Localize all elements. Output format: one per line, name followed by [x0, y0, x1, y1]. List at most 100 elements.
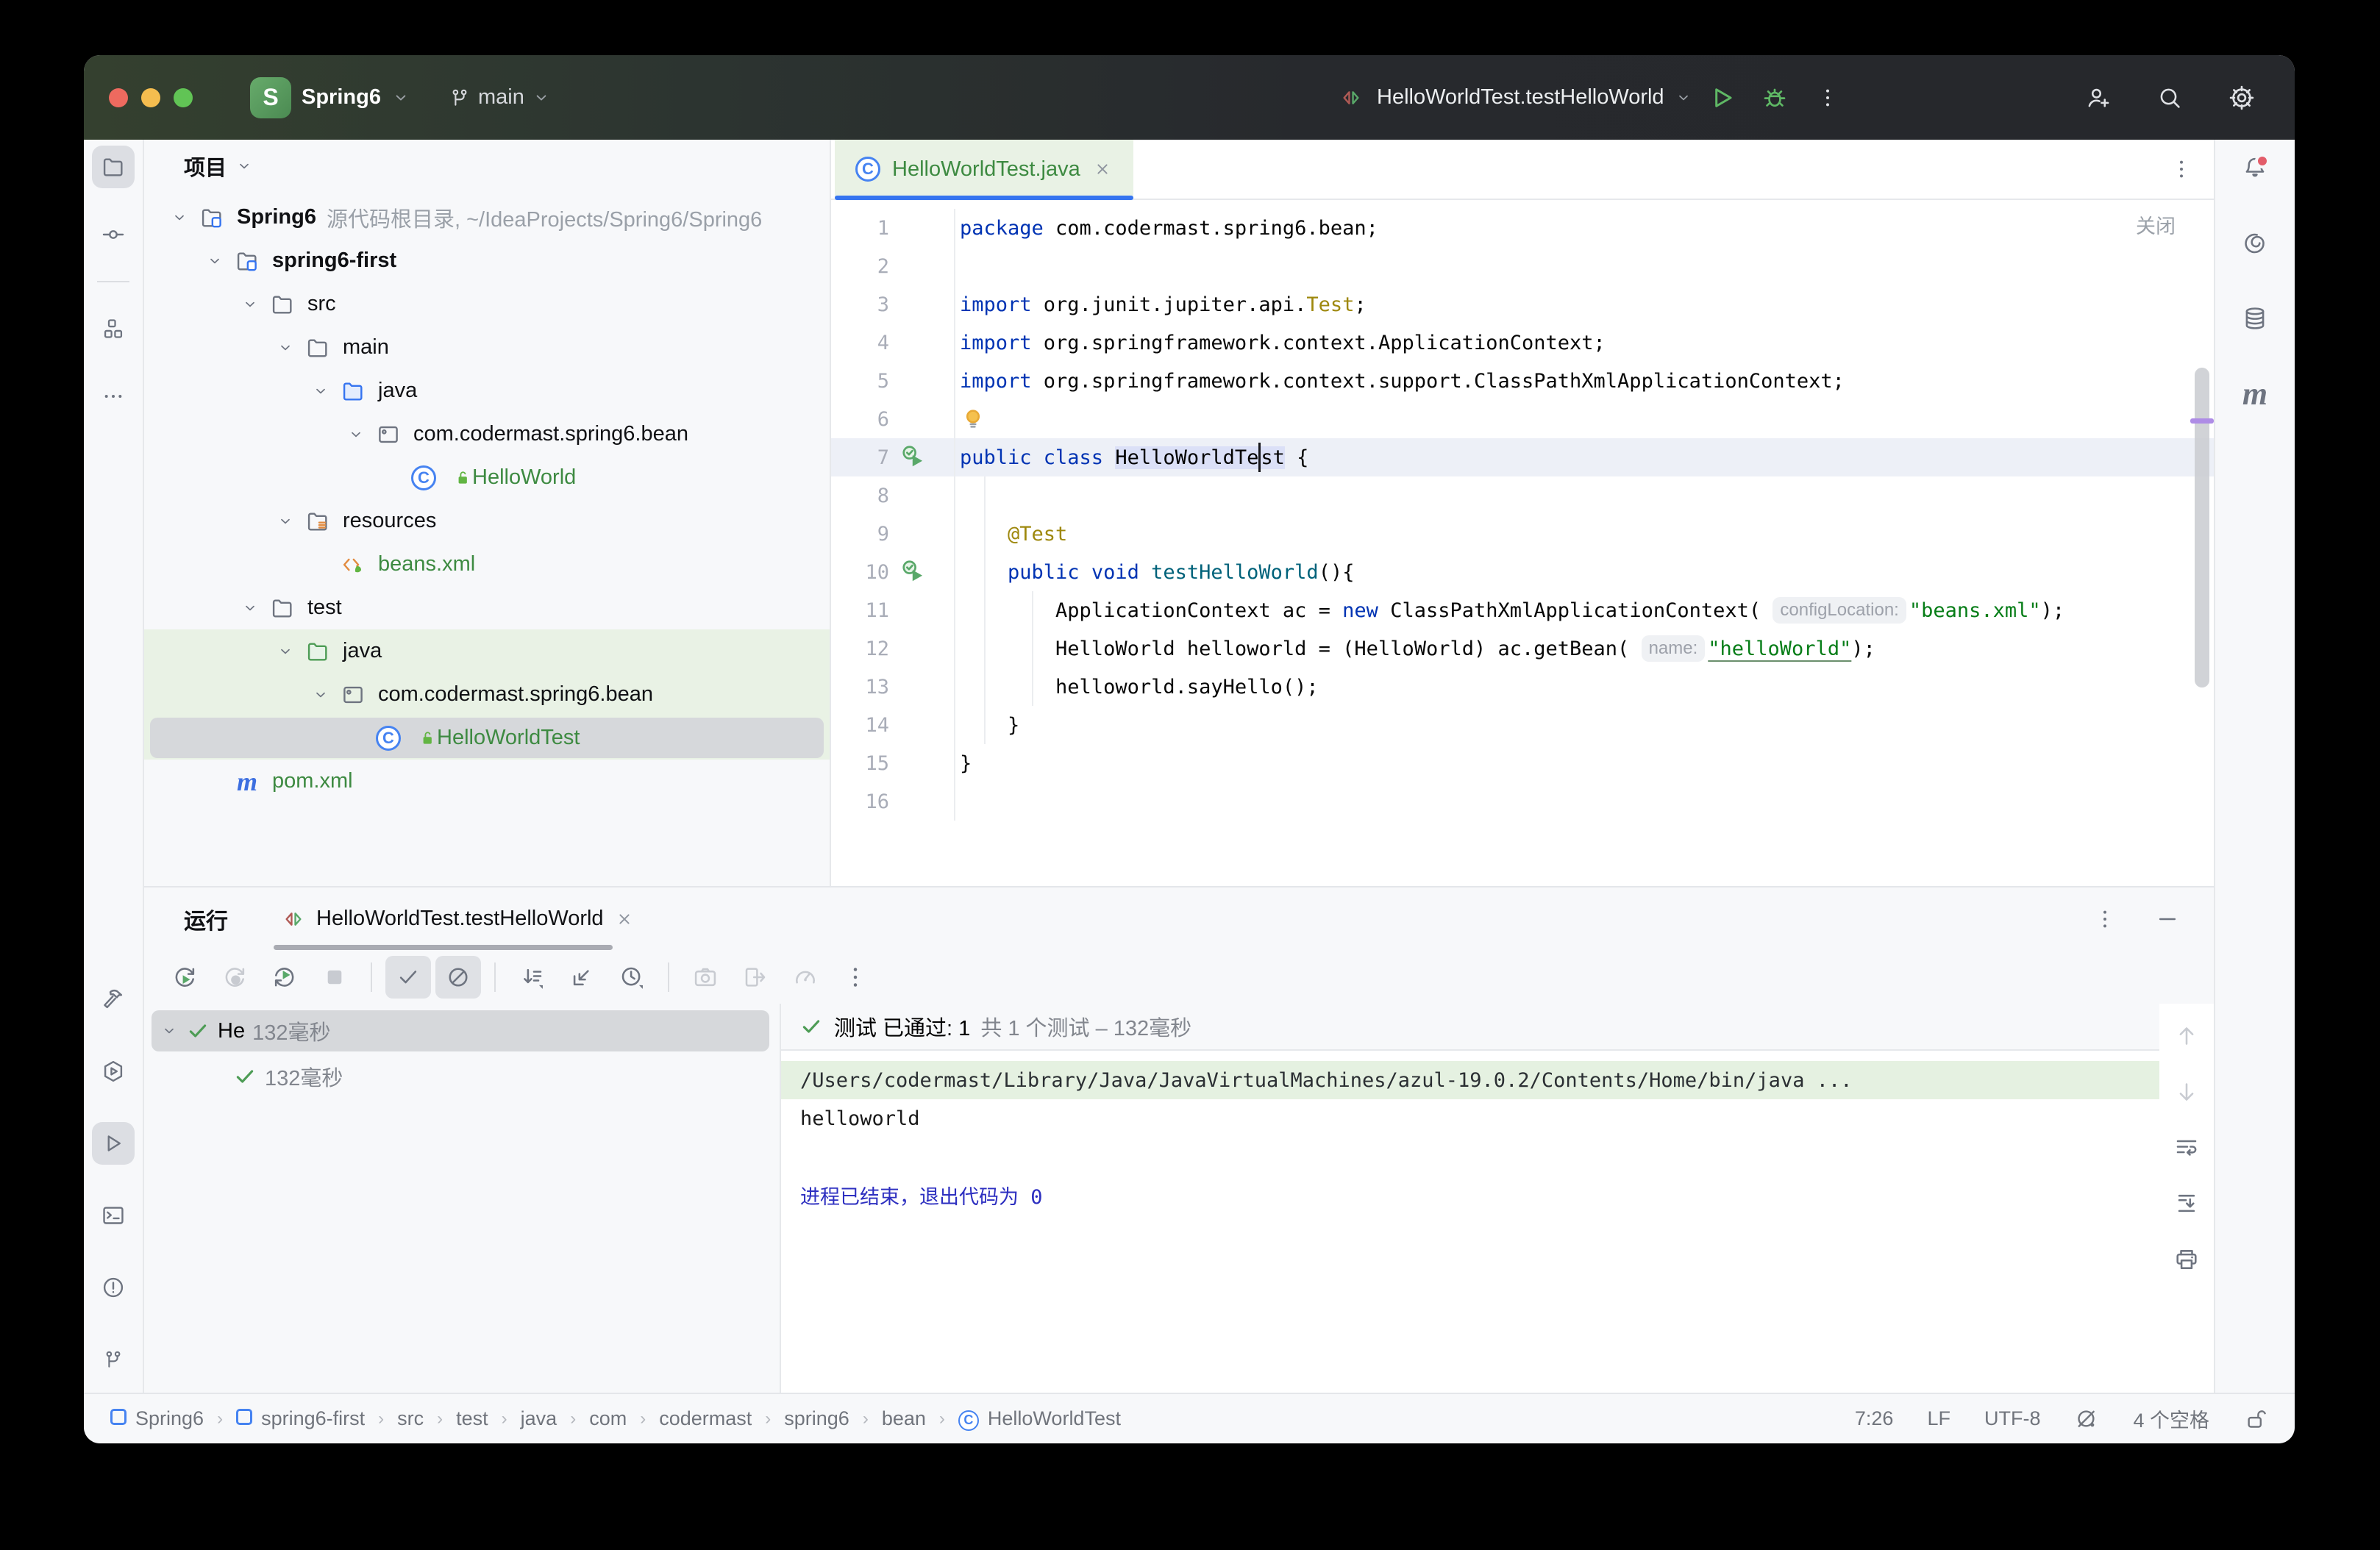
- run-config-name[interactable]: HelloWorldTest.testHelloWorld: [1377, 85, 1664, 110]
- code-line-1[interactable]: 1package com.codermast.spring6.bean;: [831, 209, 2214, 247]
- test-history-button[interactable]: [609, 956, 655, 999]
- chevron-down-icon[interactable]: [234, 288, 266, 321]
- status-line-ending[interactable]: LF: [1927, 1407, 1950, 1430]
- console-output[interactable]: /Users/codermast/Library/Java/JavaVirtua…: [781, 1051, 2159, 1393]
- hide-panel-icon[interactable]: [2155, 907, 2180, 932]
- tree-item-beans.xml[interactable]: beans.xml: [144, 543, 830, 586]
- code-line-15[interactable]: 15}: [831, 744, 2214, 782]
- tree-item-Spring6[interactable]: Spring6源代码根目录, ~/IdeaProjects/Spring6/Sp…: [144, 196, 830, 239]
- run-panel-options-icon[interactable]: [2093, 907, 2117, 931]
- code-line-7[interactable]: 7public class HelloWorldTest {: [831, 438, 2214, 476]
- tree-item-src[interactable]: src: [144, 282, 830, 326]
- tree-item-HelloWorldTest[interactable]: CHelloWorldTest: [144, 716, 830, 760]
- code-line-12[interactable]: 12 HelloWorld helloworld = (HelloWorld) …: [831, 629, 2214, 668]
- tool-stripe-button-git-branch[interactable]: [92, 1338, 135, 1381]
- scroll-to-end-button[interactable]: [2173, 1190, 2200, 1217]
- tool-stripe-button-spring-swirl[interactable]: [2234, 222, 2276, 265]
- test-tree-row[interactable]: 132毫秒: [144, 1054, 780, 1099]
- status-encoding[interactable]: UTF-8: [1984, 1407, 2041, 1430]
- chevron-down-icon[interactable]: [269, 635, 302, 668]
- breadcrumb-spring6[interactable]: spring6: [784, 1407, 849, 1430]
- breadcrumb-java[interactable]: java: [521, 1407, 557, 1430]
- code-line-3[interactable]: 3import org.junit.jupiter.api.Test;: [831, 285, 2214, 324]
- tool-stripe-button-services[interactable]: [92, 1050, 135, 1093]
- breadcrumb-HelloWorldTest[interactable]: CHelloWorldTest: [958, 1407, 1121, 1431]
- tree-item-pom.xml[interactable]: mpom.xml: [144, 760, 830, 803]
- tool-stripe-button-commit[interactable]: [92, 213, 135, 256]
- project-widget[interactable]: S Spring6: [250, 77, 410, 118]
- tree-item-com.codermast.spring6.bean[interactable]: com.codermast.spring6.bean: [144, 413, 830, 456]
- code-line-11[interactable]: 11 ApplicationContext ac = new ClassPath…: [831, 591, 2214, 629]
- intention-bulb-icon[interactable]: [960, 406, 986, 432]
- auto-rerun-button[interactable]: [262, 956, 307, 999]
- minimize-window-button[interactable]: [141, 88, 160, 107]
- tool-stripe-button-run-play[interactable]: [92, 1122, 135, 1165]
- chevron-down-icon[interactable]: [234, 592, 266, 624]
- sort-by-duration-button[interactable]: [509, 956, 555, 999]
- code-line-14[interactable]: 14 }: [831, 706, 2214, 744]
- code-line-10[interactable]: 10 public void testHelloWorld(){: [831, 553, 2214, 591]
- code-line-6[interactable]: 6: [831, 400, 2214, 438]
- breadcrumb-bean[interactable]: bean: [882, 1407, 926, 1430]
- tree-item-HelloWorld[interactable]: CHelloWorld: [144, 456, 830, 499]
- vcs-branch-widget[interactable]: main: [449, 85, 551, 110]
- settings-button[interactable]: [2218, 74, 2265, 121]
- debug-button[interactable]: [1751, 74, 1798, 121]
- tool-stripe-button-structure[interactable]: [92, 307, 135, 350]
- close-tab-icon[interactable]: [614, 909, 635, 929]
- scroll-to-source-button[interactable]: [559, 956, 605, 999]
- show-passed-button[interactable]: [385, 956, 431, 999]
- project-panel-header[interactable]: 项目: [144, 140, 830, 193]
- tool-stripe-button-folder[interactable]: [92, 146, 135, 188]
- chevron-down-icon[interactable]: [340, 418, 372, 451]
- tree-item-spring6-first[interactable]: spring6-first: [144, 239, 830, 282]
- code-line-2[interactable]: 2: [831, 247, 2214, 285]
- breadcrumb-spring6-first[interactable]: spring6-first: [236, 1407, 365, 1430]
- status-file-writable[interactable]: [2243, 1407, 2268, 1432]
- breadcrumb-src[interactable]: src: [397, 1407, 424, 1430]
- close-tab-icon[interactable]: [1092, 159, 1113, 179]
- test-tree-row[interactable]: He132毫秒: [144, 1008, 780, 1054]
- show-ignored-button[interactable]: [435, 956, 481, 999]
- tool-stripe-button-problems[interactable]: [92, 1266, 135, 1309]
- breadcrumb-com[interactable]: com: [589, 1407, 627, 1430]
- search-everywhere-button[interactable]: [2146, 74, 2193, 121]
- breadcrumb-Spring6[interactable]: Spring6: [110, 1407, 204, 1430]
- chevron-down-icon[interactable]: [160, 1022, 178, 1040]
- code-editor[interactable]: 关闭 1package com.codermast.spring6.bean;2…: [831, 200, 2214, 886]
- run-test-gutter-icon[interactable]: [897, 556, 932, 588]
- tree-item-com.codermast.spring6.bean[interactable]: com.codermast.spring6.bean: [144, 673, 830, 716]
- soft-wrap-button[interactable]: [2173, 1135, 2200, 1161]
- breadcrumb-test[interactable]: test: [456, 1407, 488, 1430]
- tool-stripe-button-notifications-bell[interactable]: [2234, 147, 2276, 190]
- chevron-down-icon[interactable]: [269, 332, 302, 364]
- editor-options-icon[interactable]: [2170, 140, 2193, 199]
- code-line-4[interactable]: 4import org.springframework.context.Appl…: [831, 324, 2214, 362]
- editor-tab[interactable]: C HelloWorldTest.java: [835, 140, 1133, 199]
- tree-item-java[interactable]: java: [144, 369, 830, 413]
- tool-stripe-button-database[interactable]: [2234, 297, 2276, 340]
- breadcrumb-codermast[interactable]: codermast: [659, 1407, 752, 1430]
- run-test-gutter-icon[interactable]: [897, 441, 932, 474]
- code-line-8[interactable]: 8: [831, 476, 2214, 515]
- tree-item-resources[interactable]: resources: [144, 499, 830, 543]
- rerun-button[interactable]: [162, 956, 207, 999]
- editor-scrollbar[interactable]: [2195, 368, 2209, 688]
- code-line-16[interactable]: 16: [831, 782, 2214, 821]
- status-highlight-level[interactable]: [2074, 1407, 2099, 1432]
- code-line-13[interactable]: 13 helloworld.sayHello();: [831, 668, 2214, 706]
- tool-stripe-button-more-horizontal[interactable]: [92, 375, 135, 418]
- zoom-window-button[interactable]: [174, 88, 193, 107]
- chevron-down-icon[interactable]: [1675, 89, 1692, 107]
- code-line-9[interactable]: 9 @Test: [831, 515, 2214, 553]
- code-with-me-button[interactable]: [2074, 74, 2121, 121]
- status-caret-position[interactable]: 7:26: [1855, 1407, 1894, 1430]
- close-window-button[interactable]: [109, 88, 128, 107]
- run-button[interactable]: [1698, 74, 1745, 121]
- more-run-options-button[interactable]: [1804, 74, 1851, 121]
- chevron-down-icon[interactable]: [163, 201, 196, 234]
- chevron-down-icon[interactable]: [199, 245, 231, 277]
- print-button[interactable]: [2173, 1246, 2200, 1273]
- tree-item-main[interactable]: main: [144, 326, 830, 369]
- run-tab[interactable]: HelloWorldTest.testHelloWorld: [274, 888, 642, 950]
